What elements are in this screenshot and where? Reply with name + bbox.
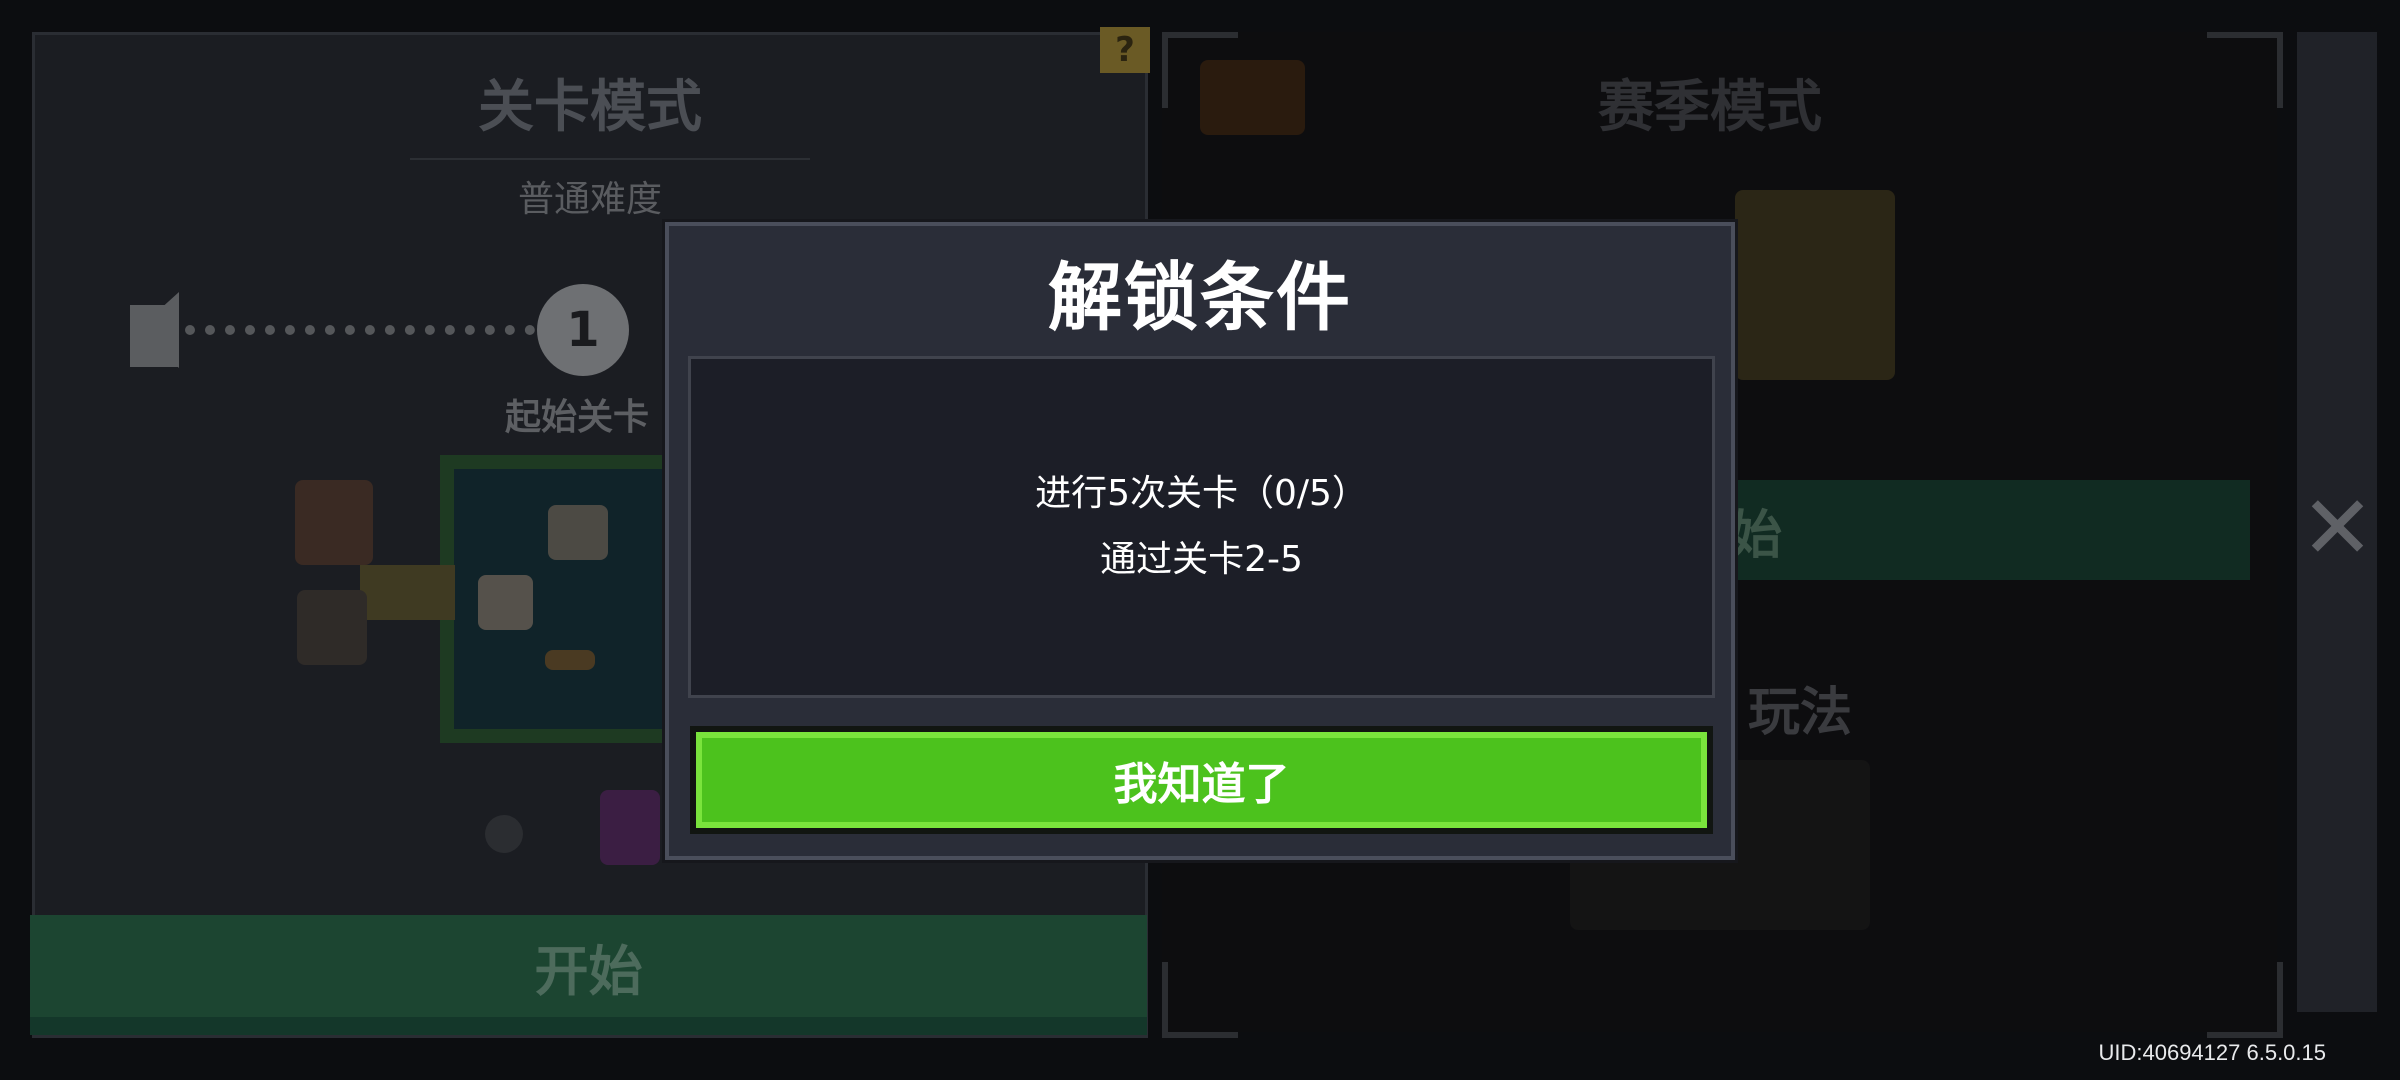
season-logo (1200, 60, 1305, 135)
purple-creature-sprite (600, 790, 660, 865)
level-mode-title: 关卡模式 (478, 75, 702, 140)
stage-node-1[interactable]: 1 (537, 284, 629, 376)
page-indicator (485, 815, 523, 857)
got-it-label: 我知道了 (1113, 759, 1290, 810)
season-start-label: 始 (1730, 505, 1783, 566)
condition-line: 通过关卡2-5 (1100, 539, 1303, 580)
treasure-chest (545, 650, 595, 670)
conditions-box: 进行5次关卡（0/5） 通过关卡2-5 (688, 356, 1715, 698)
panel-corner-decoration (2207, 962, 2283, 1038)
unlock-conditions-dialog: 解锁条件 进行5次关卡（0/5） 通过关卡2-5 我知道了 (665, 222, 1735, 860)
title-divider (410, 158, 810, 160)
character-sprite (297, 590, 367, 665)
dialog-title: 解锁条件 (1048, 255, 1352, 341)
condition-line: 进行5次关卡（0/5） (1035, 473, 1368, 514)
stage-path-dots (185, 325, 535, 335)
panel-corner-decoration (1162, 962, 1238, 1038)
season-mode-title: 赛季模式 (1598, 75, 1822, 140)
level-start-button[interactable]: 开始 (30, 915, 1147, 1035)
enemy-sprite (548, 505, 608, 560)
left-arrow-stem (130, 305, 178, 367)
season-character-art (1735, 190, 1895, 380)
map-preview-corridor (360, 565, 455, 620)
stage-node-label: 起始关卡 (505, 397, 650, 438)
uid-version-label: UID:40694127 6.5.0.15 (2098, 1040, 2326, 1065)
panel-corner-decoration (2207, 32, 2283, 108)
got-it-button[interactable]: 我知道了 (690, 726, 1713, 834)
difficulty-label[interactable]: 普通难度 (440, 170, 740, 222)
season-start-button[interactable]: 始 (1690, 480, 2250, 580)
close-icon[interactable]: ✕ (2300, 484, 2375, 572)
enemy-sprite (478, 575, 533, 630)
page-dot-active (485, 815, 523, 853)
help-icon[interactable]: ? (1100, 27, 1150, 73)
character-sprite (295, 480, 373, 565)
